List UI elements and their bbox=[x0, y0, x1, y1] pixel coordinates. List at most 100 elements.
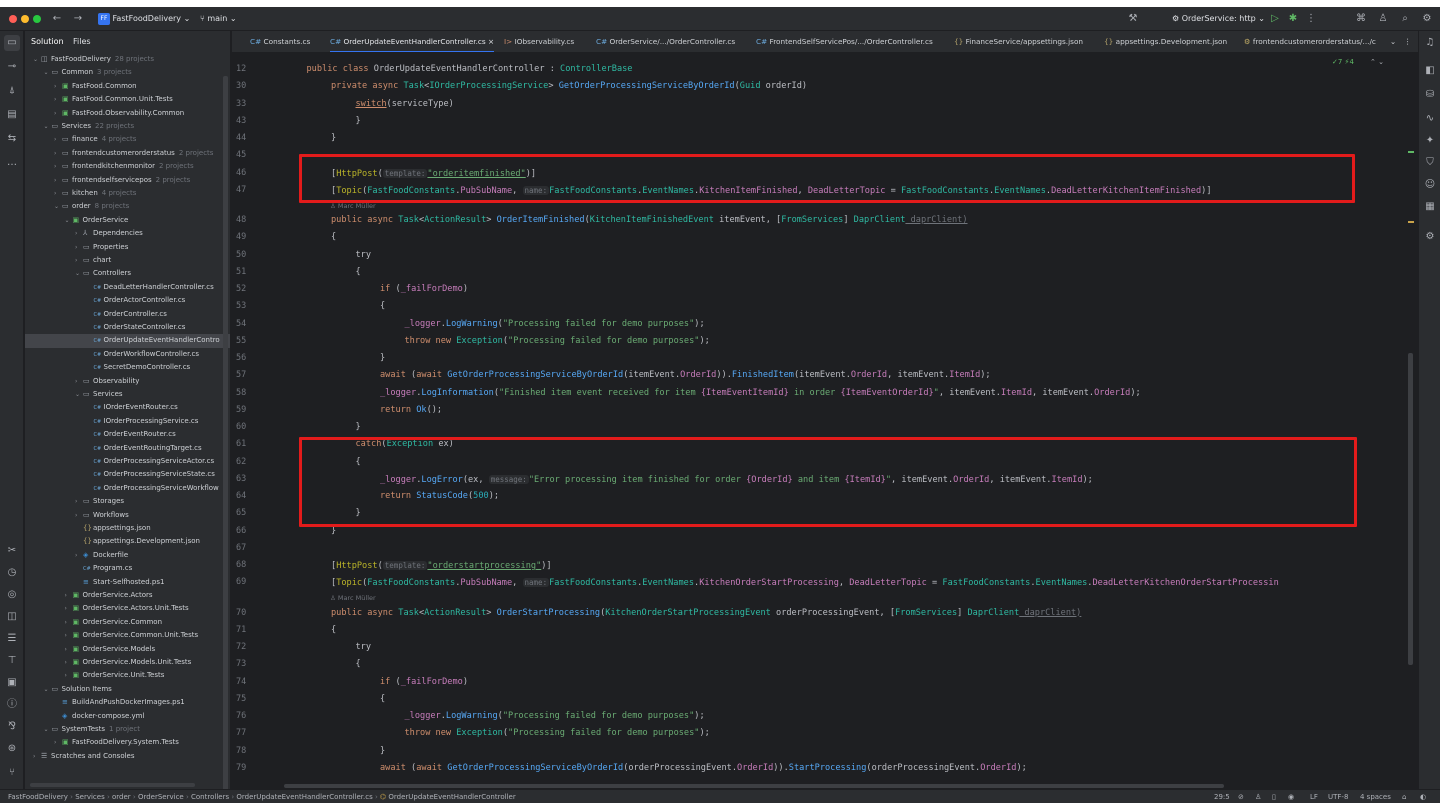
memory-icon[interactable]: ◐ bbox=[1420, 790, 1426, 803]
tree-item[interactable]: C# OrderUpdateEventHandlerContro bbox=[25, 334, 230, 348]
close-tab-icon[interactable]: × bbox=[488, 37, 494, 46]
tree-item[interactable]: {}appsettings.json bbox=[25, 522, 230, 535]
tree-item[interactable]: › ☰ Scratches and Consoles bbox=[25, 750, 230, 763]
chevron-down-icon[interactable]: ⌄ bbox=[44, 66, 52, 79]
chevron-right-icon[interactable]: › bbox=[75, 509, 83, 522]
code-line[interactable]: switch(serviceType) bbox=[356, 96, 454, 113]
console-icon[interactable]: ▣ bbox=[4, 675, 20, 691]
breadcrumb-item[interactable]: OrderUpdateEventHandlerController.cs bbox=[236, 793, 372, 801]
maximize-window-button[interactable] bbox=[33, 15, 41, 23]
chevron-right-icon[interactable]: › bbox=[65, 643, 73, 656]
editor-vertical-scrollbar[interactable] bbox=[1408, 353, 1413, 665]
tree-item[interactable]: C# IOrderEventRouter.cs bbox=[25, 401, 230, 414]
tree-item[interactable]: › ▣ OrderService.Actors bbox=[25, 589, 230, 602]
chevron-down-icon[interactable]: ⌄ bbox=[54, 200, 62, 213]
lock-icon[interactable]: ⌂ bbox=[1402, 790, 1406, 803]
chevron-right-icon[interactable]: › bbox=[75, 227, 83, 240]
tree-item[interactable]: › ▭ Storages bbox=[25, 495, 230, 508]
tree-item[interactable]: C# SecretDemoController.cs bbox=[25, 361, 230, 374]
tree-item[interactable]: ≡ Start-Selfhosted.ps1 bbox=[25, 576, 230, 589]
search-icon[interactable]: ⌕ bbox=[1398, 12, 1412, 26]
tree-item[interactable]: C# OrderWorkflowController.cs bbox=[25, 348, 230, 361]
chevron-down-icon[interactable]: ⌄ bbox=[44, 683, 52, 696]
chevron-right-icon[interactable]: › bbox=[54, 187, 62, 200]
todo-icon[interactable]: ☰ bbox=[4, 631, 20, 647]
code-line[interactable]: try bbox=[356, 247, 372, 264]
chevron-down-icon[interactable]: ⌄ bbox=[75, 388, 83, 401]
pull-requests-icon[interactable]: ⇆ bbox=[4, 131, 20, 147]
code-line[interactable]: _logger.LogWarning("Processing failed fo… bbox=[405, 316, 705, 333]
tree-item[interactable]: C# OrderEventRouter.cs bbox=[25, 428, 230, 441]
code-line[interactable]: _logger.LogWarning("Processing failed fo… bbox=[405, 708, 705, 725]
tree-item[interactable]: › ▣ OrderService.Models bbox=[25, 643, 230, 656]
tree-item[interactable]: › ▭ finance 4 projects bbox=[25, 133, 230, 146]
pulse-icon[interactable]: ∿ bbox=[1422, 111, 1438, 127]
docker-icon[interactable]: ▦ bbox=[1422, 199, 1438, 215]
code-line[interactable]: if (_failForDemo) bbox=[380, 281, 468, 298]
code-line[interactable]: await (await GetOrderProcessingServiceBy… bbox=[380, 367, 991, 384]
tab-constants[interactable]: C# Constants.cs bbox=[250, 31, 310, 52]
debug-icon[interactable]: ✱ bbox=[1286, 12, 1300, 26]
tree-item[interactable]: ⌄ ▭ Services bbox=[25, 388, 230, 401]
code-line[interactable]: } bbox=[380, 350, 385, 367]
tree-item[interactable]: ⌄ ▣ OrderService bbox=[25, 214, 230, 227]
code-line[interactable]: { bbox=[380, 691, 385, 708]
chevron-down-icon[interactable]: ⌄ bbox=[44, 120, 52, 133]
breadcrumb-item[interactable]: OrderUpdateEventHandlerController bbox=[388, 793, 515, 801]
tree-item[interactable]: ⌄ ▭ Services 22 projects bbox=[25, 120, 230, 133]
breadcrumb-item[interactable]: FastFoodDelivery bbox=[8, 793, 68, 801]
tree-item[interactable]: C# OrderProcessingServiceWorkflow bbox=[25, 482, 230, 495]
tree-item[interactable]: C# OrderProcessingServiceState.cs bbox=[25, 468, 230, 481]
info-icon[interactable]: ⓘ bbox=[4, 697, 20, 713]
chevron-right-icon[interactable]: › bbox=[54, 93, 62, 106]
database-icon[interactable]: ⛁ bbox=[1422, 87, 1438, 103]
code-line[interactable]: } bbox=[380, 743, 385, 760]
problems-icon[interactable]: ◫ bbox=[4, 609, 20, 625]
project-selector[interactable]: FF FastFoodDelivery ⌄ bbox=[98, 7, 190, 31]
version-control-icon[interactable]: ⅋ bbox=[4, 719, 20, 735]
chevron-down-icon[interactable]: ⌄ bbox=[33, 53, 41, 66]
tree-item[interactable]: ⌄ ▭ Common 3 projects bbox=[25, 66, 230, 79]
tree-item[interactable]: {}appsettings.Development.json bbox=[25, 535, 230, 548]
services-icon[interactable]: ◷ bbox=[4, 565, 20, 581]
tree-item[interactable]: › ▣ OrderService.Common bbox=[25, 616, 230, 629]
tab-finance-appsettings[interactable]: {} FinanceService/appsettings.json bbox=[954, 31, 1083, 52]
code-line[interactable]: } bbox=[356, 113, 361, 130]
code-line[interactable]: throw new Exception("Processing failed f… bbox=[405, 725, 710, 742]
back-arrow-icon[interactable]: ← bbox=[50, 12, 64, 26]
tree-item[interactable]: ⌄ ▭ order 8 projects bbox=[25, 200, 230, 213]
code-line[interactable]: try bbox=[356, 639, 372, 656]
tree-item[interactable]: › ▣ OrderService.Common.Unit.Tests bbox=[25, 629, 230, 642]
tree-item[interactable]: C# IOrderProcessingService.cs bbox=[25, 415, 230, 428]
tab-more-icon[interactable]: ⋮ bbox=[1404, 31, 1411, 52]
code-line[interactable]: [Topic(FastFoodConstants.PubSubName, nam… bbox=[331, 574, 1279, 591]
indent-setting[interactable]: 4 spaces bbox=[1360, 790, 1391, 803]
chevron-right-icon[interactable]: › bbox=[54, 736, 62, 749]
code-vision-author[interactable]: ♙ Marc Müller bbox=[330, 592, 376, 604]
chevron-right-icon[interactable]: › bbox=[75, 375, 83, 388]
git-branch-icon[interactable]: ⑂ bbox=[4, 765, 20, 781]
chevron-right-icon[interactable]: › bbox=[65, 656, 73, 669]
tree-item[interactable]: › ▭ chart bbox=[25, 254, 230, 267]
tab-frontendcustomerorderstatus[interactable]: ⚙ frontendcustomerorderstatus/.../c bbox=[1244, 31, 1376, 52]
tree-item[interactable]: › ▣ FastFood.Common.Unit.Tests bbox=[25, 93, 230, 106]
code-line[interactable]: [HttpPost(template: "orderstartprocessing… bbox=[331, 557, 552, 574]
ai-status-icon[interactable]: ♙ bbox=[1255, 790, 1261, 803]
tree-horizontal-scrollbar[interactable] bbox=[30, 783, 195, 787]
tree-item[interactable]: ⌄ ▭ Solution Items bbox=[25, 683, 230, 696]
code-line[interactable]: { bbox=[356, 264, 361, 281]
git-status-icon[interactable]: ⊘ bbox=[1238, 790, 1244, 803]
tree-item[interactable]: › ▭ frontendselfservicepos 2 projects bbox=[25, 174, 230, 187]
code-line[interactable]: public async Task<ActionResult> OrderSta… bbox=[331, 605, 1081, 622]
chevron-right-icon[interactable]: › bbox=[75, 241, 83, 254]
tree-item[interactable]: C# OrderController.cs bbox=[25, 308, 230, 321]
breadcrumb-item[interactable]: OrderService bbox=[138, 793, 184, 801]
chevron-right-icon[interactable]: › bbox=[65, 669, 73, 682]
tree-item[interactable]: › ◈ Dockerfile bbox=[25, 549, 230, 562]
tab-appsettings-development[interactable]: {} appsettings.Development.json bbox=[1104, 31, 1227, 52]
chevron-right-icon[interactable]: › bbox=[65, 602, 73, 615]
code-line[interactable]: if (_failForDemo) bbox=[380, 674, 468, 691]
tree-item[interactable]: › ▭ frontendkitchenmonitor 2 projects bbox=[25, 160, 230, 173]
breadcrumb-item[interactable]: Services bbox=[75, 793, 105, 801]
code-line[interactable]: await (await GetOrderProcessingServiceBy… bbox=[380, 760, 1027, 777]
